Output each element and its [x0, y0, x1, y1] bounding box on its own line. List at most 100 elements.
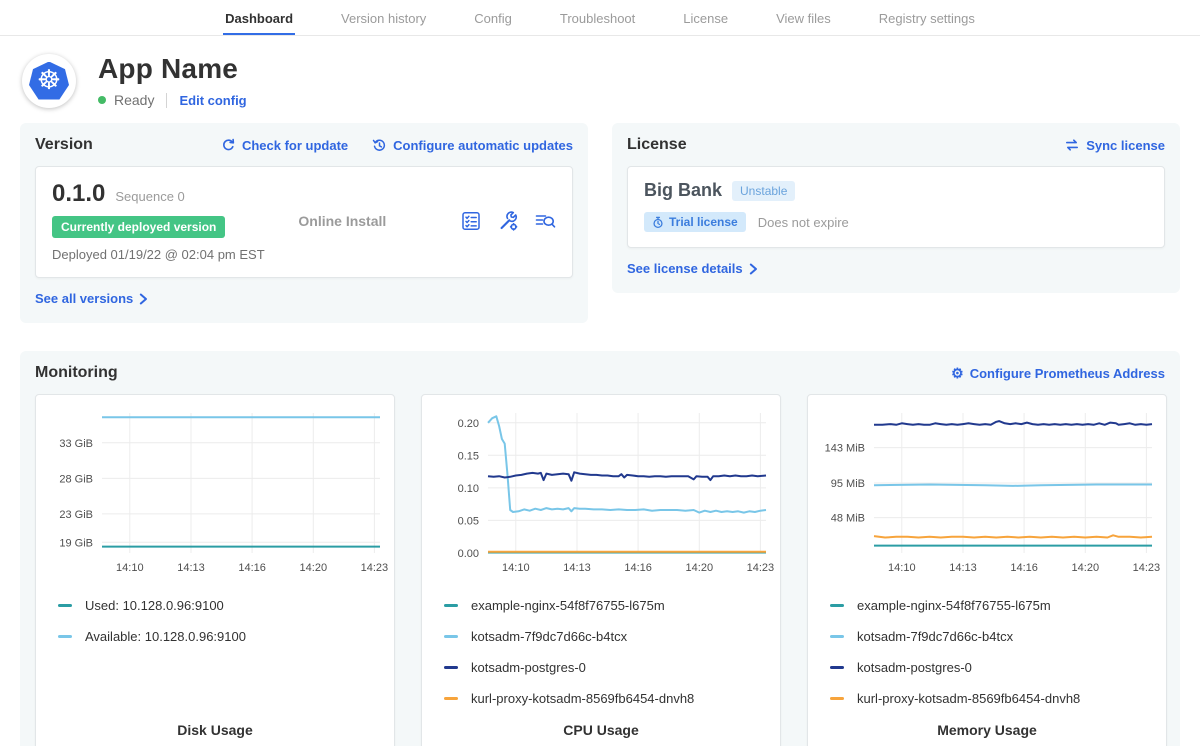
- chevron-right-icon: [749, 263, 758, 275]
- svg-text:14:16: 14:16: [624, 562, 652, 574]
- deployed-badge: Currently deployed version: [52, 216, 225, 238]
- chart-plot: 33 GiB28 GiB23 GiB19 GiB14:1014:1314:161…: [36, 405, 394, 577]
- tab-config[interactable]: Config: [472, 0, 514, 35]
- svg-text:0.05: 0.05: [458, 515, 479, 527]
- config-wrench-icon[interactable]: [497, 210, 519, 232]
- see-license-details-link[interactable]: See license details: [627, 261, 758, 276]
- memory-usage-chart-card: 143 MiB95 MiB48 MiB14:1014:1314:1614:201…: [807, 394, 1167, 746]
- trial-license-badge: Trial license: [644, 212, 746, 232]
- check-for-update-button[interactable]: Check for update: [221, 138, 348, 153]
- see-all-versions-link[interactable]: See all versions: [35, 291, 148, 306]
- chart-legend: example-nginx-54f8f76755-l675m kotsadm-7f…: [808, 582, 1166, 706]
- svg-text:48 MiB: 48 MiB: [831, 513, 865, 525]
- configure-prometheus-button[interactable]: ⚙ Configure Prometheus Address: [951, 366, 1165, 381]
- view-logs-icon[interactable]: [534, 210, 556, 232]
- version-number: 0.1.0: [52, 180, 105, 208]
- legend-label: Used: 10.128.0.96:9100: [85, 598, 224, 613]
- svg-text:0.15: 0.15: [458, 450, 479, 462]
- preflight-checks-icon[interactable]: [460, 210, 482, 232]
- license-name: Big Bank: [644, 180, 722, 201]
- tab-view-files[interactable]: View files: [774, 0, 833, 35]
- status-text: Ready: [114, 92, 154, 108]
- sync-icon: [1064, 138, 1080, 152]
- series-line: [874, 535, 1152, 537]
- svg-text:14:20: 14:20: [686, 562, 714, 574]
- legend-label: kotsadm-postgres-0: [857, 660, 972, 675]
- legend-dash-icon: [444, 635, 458, 638]
- legend-item: kotsadm-7f9dc7d66c-b4tcx: [444, 629, 758, 644]
- chart-legend: Used: 10.128.0.96:9100 Available: 10.128.…: [36, 582, 394, 644]
- disk-usage-chart-card: 33 GiB28 GiB23 GiB19 GiB14:1014:1314:161…: [35, 394, 395, 746]
- edit-config-link[interactable]: Edit config: [179, 93, 246, 108]
- legend-dash-icon: [830, 604, 844, 607]
- top-cards-row: Version Check for update Configure autom…: [20, 123, 1180, 323]
- svg-text:33 GiB: 33 GiB: [59, 438, 93, 450]
- legend-dash-icon: [830, 697, 844, 700]
- series-line: [874, 421, 1152, 425]
- legend-dash-icon: [444, 697, 458, 700]
- chart-plot-wrap: 0.200.150.100.050.0014:1014:1314:1614:20…: [422, 405, 780, 582]
- legend-item: kotsadm-7f9dc7d66c-b4tcx: [830, 629, 1144, 644]
- tab-list: Dashboard Version history Config Troublesho…: [223, 0, 977, 35]
- monitoring-section: Monitoring ⚙ Configure Prometheus Addres…: [20, 351, 1180, 746]
- chevron-right-icon: [139, 293, 148, 305]
- series-line: [874, 485, 1152, 486]
- deployed-version-card: 0.1.0 Sequence 0 Currently deployed vers…: [35, 166, 573, 278]
- tab-troubleshoot[interactable]: Troubleshoot: [558, 0, 637, 35]
- license-details-card: Big Bank Unstable Trial license Does not…: [627, 166, 1165, 248]
- tab-license[interactable]: License: [681, 0, 730, 35]
- tab-version-history[interactable]: Version history: [339, 0, 428, 35]
- legend-label: example-nginx-54f8f76755-l675m: [857, 598, 1051, 613]
- legend-dash-icon: [830, 635, 844, 638]
- legend-dash-icon: [444, 666, 458, 669]
- chart-plot: 0.200.150.100.050.0014:1014:1314:1614:20…: [422, 405, 780, 577]
- svg-text:14:10: 14:10: [502, 562, 530, 574]
- status-dot-icon: [98, 96, 106, 104]
- legend-label: kurl-proxy-kotsadm-8569fb6454-dnvh8: [471, 691, 694, 706]
- divider: [166, 93, 167, 108]
- gear-icon: ⚙: [951, 366, 964, 380]
- stopwatch-icon: [652, 216, 664, 229]
- chart-plot-wrap: 143 MiB95 MiB48 MiB14:1014:1314:1614:201…: [808, 405, 1166, 582]
- chart-title: Memory Usage: [808, 706, 1166, 738]
- svg-text:23 GiB: 23 GiB: [59, 509, 93, 521]
- license-title: License: [627, 136, 687, 154]
- tab-dashboard[interactable]: Dashboard: [223, 0, 295, 35]
- legend-dash-icon: [444, 604, 458, 607]
- svg-text:19 GiB: 19 GiB: [59, 537, 93, 549]
- channel-badge: Unstable: [732, 181, 795, 201]
- series-line: [488, 472, 766, 480]
- legend-item: Used: 10.128.0.96:9100: [58, 598, 372, 613]
- svg-text:14:23: 14:23: [1133, 562, 1161, 574]
- svg-text:0.00: 0.00: [458, 548, 479, 560]
- app-logo: ☸: [22, 54, 76, 108]
- version-title: Version: [35, 136, 93, 154]
- legend-item: Available: 10.128.0.96:9100: [58, 629, 372, 644]
- legend-item: kurl-proxy-kotsadm-8569fb6454-dnvh8: [444, 691, 758, 706]
- svg-text:14:20: 14:20: [300, 562, 328, 574]
- legend-item: example-nginx-54f8f76755-l675m: [444, 598, 758, 613]
- tab-registry-settings[interactable]: Registry settings: [877, 0, 977, 35]
- license-card: License Sync license Big Bank Unstable: [612, 123, 1180, 293]
- svg-text:14:20: 14:20: [1072, 562, 1100, 574]
- svg-text:14:16: 14:16: [1010, 562, 1038, 574]
- svg-text:0.20: 0.20: [458, 418, 479, 430]
- svg-text:95 MiB: 95 MiB: [831, 478, 865, 490]
- chart-plot: 143 MiB95 MiB48 MiB14:1014:1314:1614:201…: [808, 405, 1166, 577]
- legend-dash-icon: [58, 604, 72, 607]
- sync-license-button[interactable]: Sync license: [1064, 138, 1165, 153]
- version-sequence: Sequence 0: [115, 189, 184, 204]
- series-line: [488, 416, 766, 512]
- legend-item: example-nginx-54f8f76755-l675m: [830, 598, 1144, 613]
- svg-text:143 MiB: 143 MiB: [825, 443, 865, 455]
- svg-text:14:13: 14:13: [949, 562, 977, 574]
- chart-legend: example-nginx-54f8f76755-l675m kotsadm-7f…: [422, 582, 780, 706]
- app-header: ☸ App Name Ready Edit config: [20, 36, 1180, 123]
- refresh-icon: [221, 138, 236, 153]
- configure-automatic-updates-button[interactable]: Configure automatic updates: [372, 138, 573, 153]
- legend-label: Available: 10.128.0.96:9100: [85, 629, 246, 644]
- legend-dash-icon: [830, 666, 844, 669]
- chart-plot-wrap: 33 GiB28 GiB23 GiB19 GiB14:1014:1314:161…: [36, 405, 394, 582]
- clock-refresh-icon: [372, 138, 387, 153]
- svg-text:14:23: 14:23: [361, 562, 389, 574]
